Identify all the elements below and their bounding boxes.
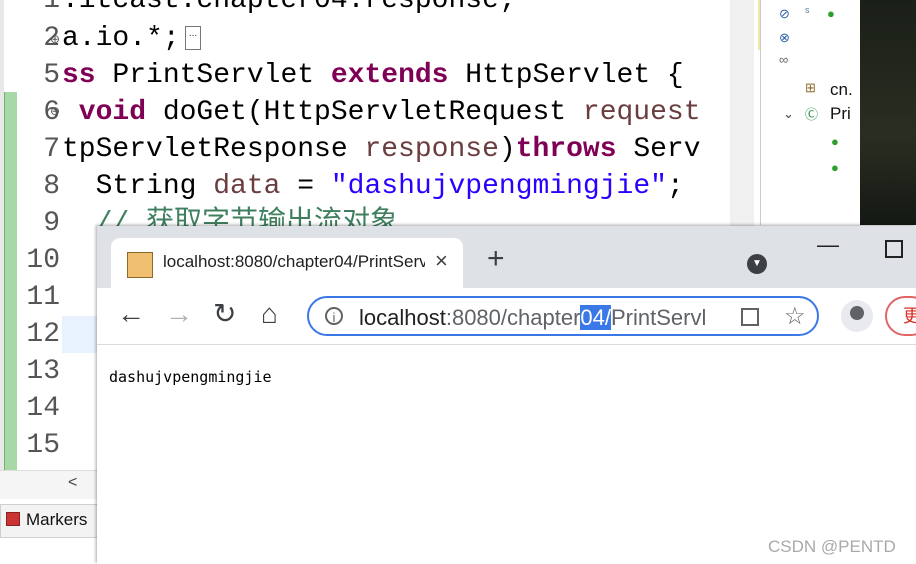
collapsed-code-marker[interactable]: ...	[185, 26, 201, 50]
class-name: PrintServlet	[112, 60, 331, 91]
code-text: doGet(HttpServletRequest	[146, 97, 583, 128]
code-text: ;	[666, 171, 684, 202]
line-number: 7	[43, 134, 60, 165]
code-line: .itcast.chapter04.response;	[62, 0, 516, 16]
tab-title[interactable]: localhost:8080/chapter04/PrintServlet	[163, 252, 425, 272]
url-path: :8080/chapter	[445, 305, 581, 330]
code-text: String	[62, 171, 214, 202]
line-number: 12	[26, 319, 60, 350]
code-text: Serv	[616, 134, 701, 165]
hide-fields-icon[interactable]: ⊘	[779, 6, 790, 22]
desktop-background	[860, 0, 916, 225]
code-text: tpServletResponse	[62, 134, 365, 165]
tomcat-favicon-icon	[127, 252, 153, 278]
page-content-text: dashujvpengmingjie	[109, 368, 272, 386]
new-tab-button[interactable]: +	[487, 244, 505, 274]
bookmark-star-icon[interactable]: ☆	[784, 302, 806, 331]
hide-local-types-icon[interactable]: ⊗	[779, 30, 790, 46]
fold-expand-icon[interactable]: ⊕	[50, 32, 60, 46]
browser-tab[interactable]: localhost:8080/chapter04/PrintServlet ×	[111, 238, 463, 288]
outline-class-label[interactable]: Pri	[830, 104, 851, 124]
package-icon: ⊞	[805, 80, 816, 95]
line-number: 1	[43, 0, 60, 16]
keyword: throws	[515, 134, 617, 165]
code-line: tpServletResponse response)throws Serv	[62, 131, 701, 168]
hide-nonpublic-icon[interactable]: ●	[827, 6, 835, 21]
markers-tab-label[interactable]: Markers	[26, 510, 87, 530]
code-line: a.io.*;	[62, 23, 180, 54]
url-text[interactable]: localhost:8080/chapter04/PrintServl	[359, 305, 706, 331]
qr-code-icon[interactable]	[741, 308, 759, 326]
hide-static-icon[interactable]: ˢ	[805, 4, 809, 19]
url-host: localhost	[359, 305, 446, 330]
minimize-button[interactable]: —	[817, 232, 839, 258]
link-editor-icon[interactable]: ∞	[779, 52, 788, 67]
watermark: CSDN @PENTD	[768, 537, 896, 556]
keyword: ss	[62, 60, 113, 91]
line-number: 14	[26, 393, 60, 424]
keyword: extends	[330, 60, 449, 91]
parameter: response	[364, 134, 499, 165]
site-info-icon[interactable]: i	[325, 307, 343, 325]
back-icon[interactable]: ←	[117, 296, 145, 332]
code-text: HttpServlet {	[448, 60, 684, 91]
code-line: ss PrintServlet extends HttpServlet {	[62, 57, 684, 94]
method-icon: ●	[831, 134, 839, 149]
scroll-left-icon[interactable]: <	[68, 474, 77, 492]
class-icon: Ⓒ	[805, 107, 819, 122]
profile-avatar-icon[interactable]	[841, 300, 873, 332]
code-line: void doGet(HttpServletRequest request	[62, 94, 701, 131]
code-text: )	[498, 134, 516, 165]
keyword: void	[62, 97, 147, 128]
parameter: request	[582, 97, 701, 128]
maximize-button[interactable]	[885, 240, 903, 258]
url-selection: 04/	[580, 305, 611, 330]
outline-package-label[interactable]: cn.	[830, 80, 853, 100]
method-icon: ●	[831, 160, 839, 175]
variable: data	[213, 171, 281, 202]
chevron-down-icon[interactable]: ⌄	[783, 106, 794, 122]
home-icon[interactable]: ⌂	[261, 296, 278, 332]
code-line: String data = "dashujvpengmingjie";	[62, 168, 684, 205]
current-line-highlight	[62, 316, 102, 353]
quick-diff-bar	[4, 92, 17, 470]
line-number: 5	[43, 60, 60, 91]
fold-collapse-icon[interactable]: ⊖	[50, 104, 60, 118]
tab-close-icon[interactable]: ×	[435, 248, 448, 274]
tab-search-icon[interactable]: ▼	[747, 254, 767, 274]
line-number: 11	[26, 282, 60, 313]
tab-strip[interactable]: localhost:8080/chapter04/PrintServlet × …	[97, 226, 916, 288]
line-number: 9	[43, 208, 60, 239]
line-number: 8	[43, 171, 60, 202]
url-path: PrintServl	[610, 305, 707, 330]
code-text: =	[280, 171, 331, 202]
markers-icon	[6, 512, 20, 526]
forward-icon[interactable]: →	[165, 296, 193, 332]
reload-icon[interactable]: ↻	[213, 296, 236, 332]
line-number: 13	[26, 356, 60, 387]
address-bar[interactable]: i localhost:8080/chapter04/PrintServl ☆	[307, 296, 819, 336]
line-number: 15	[26, 430, 60, 461]
browser-window[interactable]: localhost:8080/chapter04/PrintServlet × …	[97, 226, 916, 564]
string-literal: "dashujvpengmingjie"	[330, 171, 667, 202]
line-number: 10	[26, 245, 60, 276]
